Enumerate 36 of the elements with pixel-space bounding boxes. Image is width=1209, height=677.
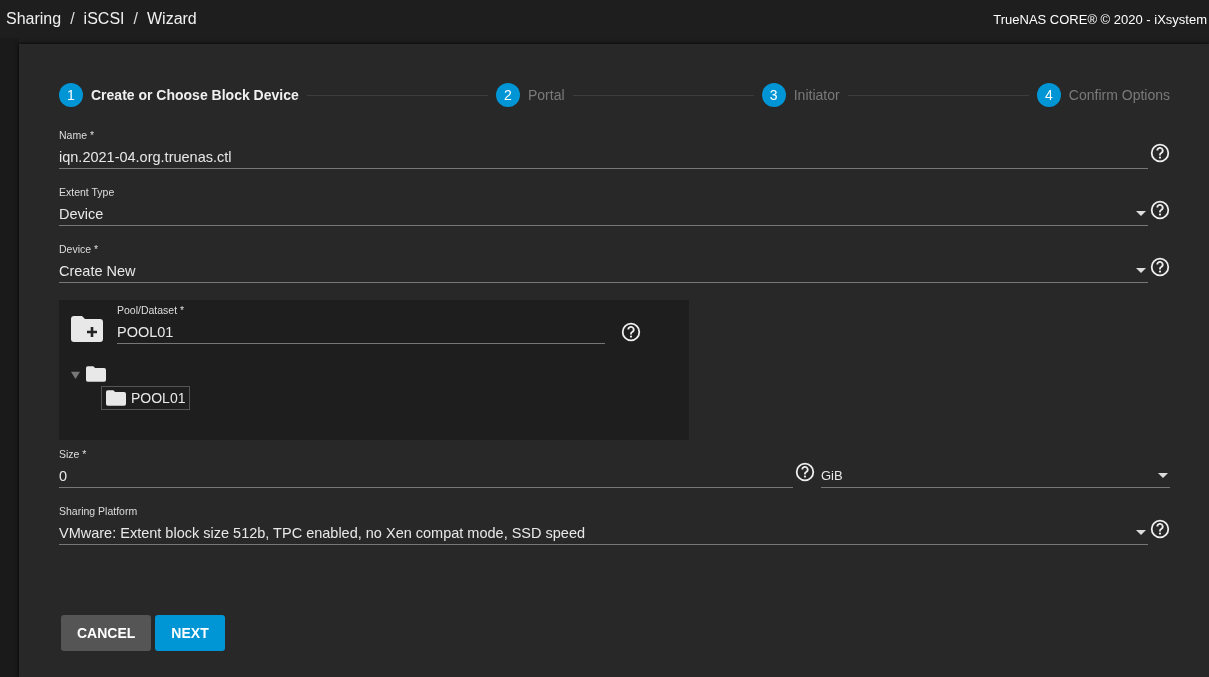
breadcrumb-link[interactable]: Wizard bbox=[146, 10, 197, 28]
help-icon[interactable] bbox=[621, 322, 641, 342]
help-icon[interactable] bbox=[1150, 519, 1170, 539]
breadcrumb-separator: / bbox=[70, 10, 75, 28]
select-field[interactable]: Create New bbox=[59, 259, 1148, 283]
select-field[interactable]: GiB bbox=[821, 464, 1170, 488]
help-icon[interactable] bbox=[1150, 257, 1170, 277]
select-field[interactable]: VMware: Extent block size 512b, TPC enabled, no Xen compat mode, SSD speed bbox=[59, 521, 1148, 545]
input-field[interactable]: 0 bbox=[59, 464, 793, 488]
help-icon[interactable] bbox=[1150, 200, 1170, 220]
caret-icon bbox=[1136, 530, 1146, 535]
field-label: Sharing Platform bbox=[59, 505, 139, 517]
folder-plus-icon[interactable] bbox=[71, 316, 103, 342]
breadcrumb-separator: / bbox=[133, 10, 138, 28]
cancel-button[interactable]: CANCEL bbox=[61, 615, 152, 651]
breadcrumb-link[interactable]: Sharing bbox=[6, 10, 62, 28]
step-label[interactable]: Create or Choose Block Device bbox=[91, 87, 299, 103]
folder-icon bbox=[86, 366, 106, 382]
field-label: Device * bbox=[59, 243, 100, 255]
input-field[interactable]: POOL01 bbox=[117, 320, 605, 344]
help-icon[interactable] bbox=[795, 462, 815, 482]
field-label: Pool/Dataset * bbox=[117, 304, 186, 316]
expand-toggle-icon[interactable] bbox=[71, 369, 80, 379]
caret-icon bbox=[1158, 473, 1168, 478]
field-label: Name * bbox=[59, 129, 95, 141]
select-field[interactable]: Device bbox=[59, 202, 1148, 226]
caret-icon bbox=[1136, 268, 1146, 273]
tree-node[interactable]: POOL01 bbox=[101, 386, 191, 410]
input-field[interactable]: iqn.2021-04.org.truenas.ctl bbox=[59, 145, 1148, 169]
caret-icon bbox=[1136, 211, 1146, 216]
folder-icon bbox=[106, 390, 126, 406]
field-label: Size * bbox=[59, 448, 88, 460]
copyright-text: TrueNAS CORE® © 2020 - iXsystem bbox=[993, 11, 1207, 27]
help-icon[interactable] bbox=[1150, 143, 1170, 163]
field-label: Extent Type bbox=[59, 186, 116, 198]
breadcrumb-link[interactable]: iSCSI bbox=[83, 10, 125, 28]
